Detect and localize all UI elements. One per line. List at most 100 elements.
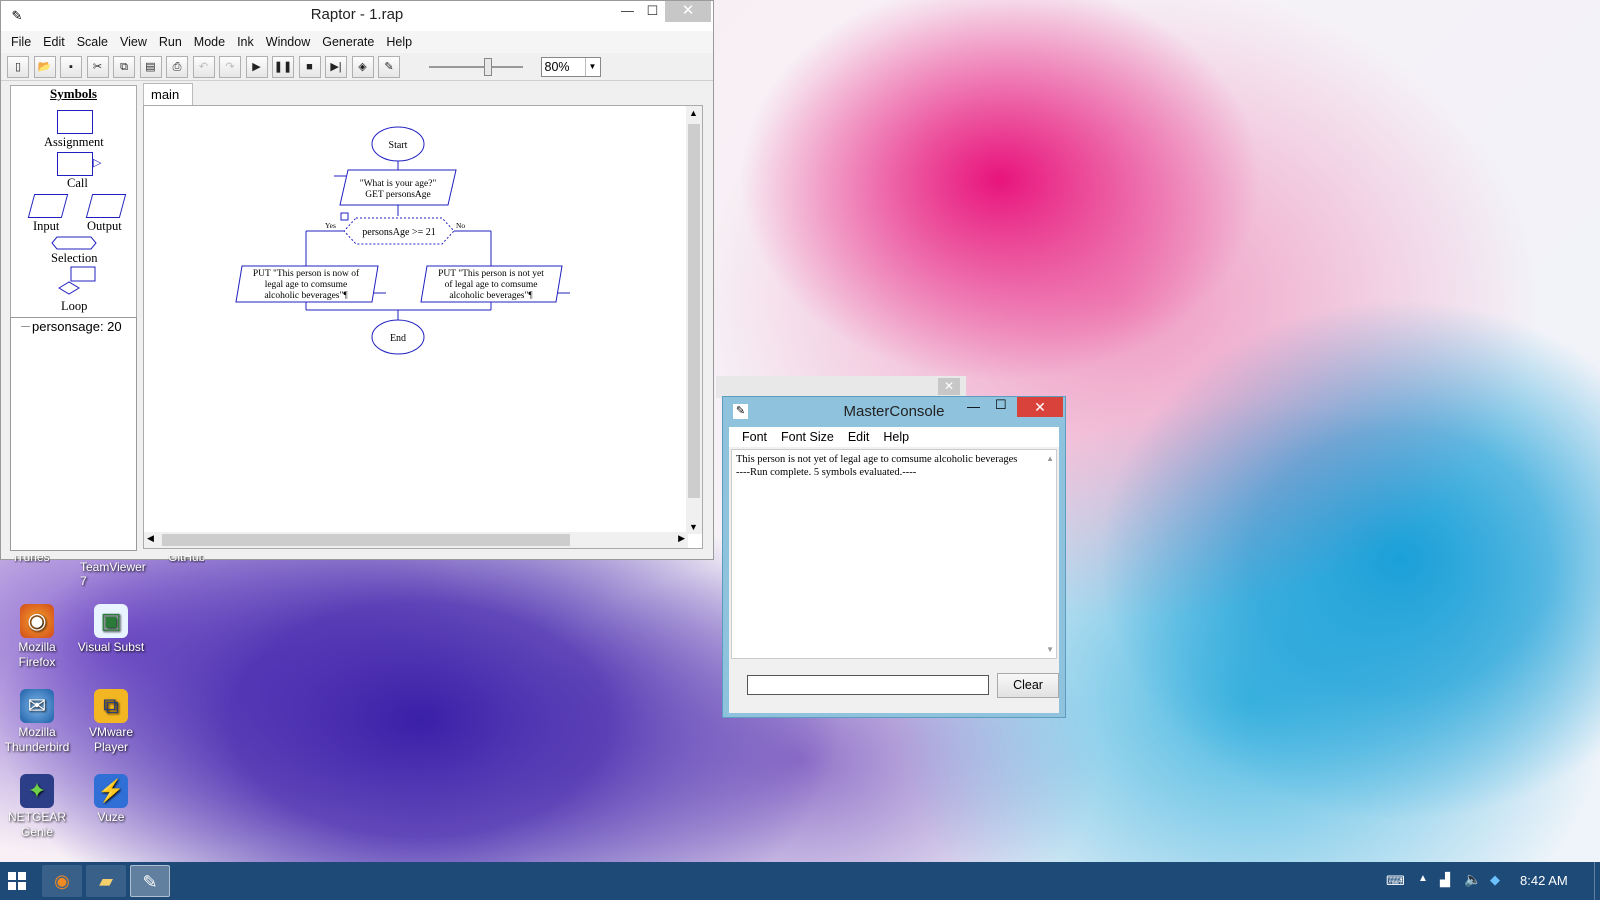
- pause-icon[interactable]: ❚❚: [272, 55, 294, 78]
- menu-ink[interactable]: Ink: [231, 35, 260, 49]
- console-menu-edit[interactable]: Edit: [841, 430, 877, 444]
- menu-view[interactable]: View: [114, 35, 153, 49]
- undo-icon[interactable]: ↶: [192, 55, 215, 78]
- selection-symbol-icon[interactable]: [51, 236, 97, 250]
- save-icon[interactable]: ▪: [60, 55, 82, 78]
- horizontal-scroll-thumb[interactable]: [162, 534, 570, 546]
- print-icon[interactable]: ⎙: [166, 55, 188, 78]
- input-get-text: GET personsAge: [365, 190, 431, 200]
- speed-slider-thumb[interactable]: [483, 57, 492, 76]
- redo-icon[interactable]: ↷: [219, 55, 241, 78]
- console-menubar: Font Font Size Edit Help: [729, 427, 1059, 447]
- console-input-field[interactable]: [747, 675, 989, 695]
- assignment-symbol-icon[interactable]: [57, 110, 93, 134]
- desktop-icon-vuze[interactable]: ⚡ Vuze: [74, 774, 148, 825]
- close-button[interactable]: ✕: [665, 1, 711, 22]
- speed-slider[interactable]: [425, 56, 527, 78]
- paste-icon[interactable]: ▤: [139, 55, 162, 78]
- vertical-scroll-thumb[interactable]: [688, 124, 700, 498]
- menu-file[interactable]: File: [5, 35, 37, 49]
- output-symbol-icon[interactable]: [85, 194, 127, 218]
- output-right-line-2: of legal age to comsume: [445, 279, 538, 290]
- cut-icon[interactable]: ✂: [86, 55, 109, 78]
- output-left-line-1: PUT "This person is now of: [253, 268, 360, 279]
- clear-button[interactable]: Clear: [997, 673, 1059, 698]
- loop-symbol-icon[interactable]: [55, 266, 97, 298]
- call-label: Call: [67, 176, 88, 190]
- console-menu-font-size[interactable]: Font Size: [774, 430, 841, 444]
- start-button[interactable]: [0, 865, 34, 897]
- console-menu-help[interactable]: Help: [876, 430, 916, 444]
- chevron-down-icon[interactable]: ▼: [584, 57, 600, 76]
- vertical-scrollbar[interactable]: ▲ ▼: [686, 106, 702, 534]
- menu-edit[interactable]: Edit: [37, 35, 71, 49]
- minimize-button[interactable]: —: [614, 1, 641, 22]
- input-symbol-icon[interactable]: [27, 194, 69, 218]
- tab-main[interactable]: main: [143, 83, 193, 105]
- menu-scale[interactable]: Scale: [71, 35, 114, 49]
- pen-icon[interactable]: ✎: [378, 55, 400, 78]
- taskbar-raptor-button[interactable]: ✎: [130, 865, 170, 897]
- show-hidden-icons-icon[interactable]: ▲: [1418, 873, 1428, 884]
- menu-mode[interactable]: Mode: [188, 35, 231, 49]
- console-scroll-down-icon[interactable]: ▼: [1046, 643, 1054, 656]
- output-right-line-3: alcoholic beverages"¶: [449, 291, 533, 301]
- dropbox-icon[interactable]: ◆: [1490, 872, 1500, 888]
- volume-icon[interactable]: 🔈: [1464, 871, 1481, 888]
- taskbar-firefox-button[interactable]: ◉: [42, 865, 82, 897]
- collapse-icon[interactable]: [340, 212, 349, 221]
- horizontal-scrollbar[interactable]: ◀ ▶: [144, 532, 688, 548]
- yes-label: Yes: [325, 221, 336, 230]
- network-icon[interactable]: ▟: [1440, 872, 1450, 888]
- taskbar: ◉ ▰ ✎ ⌨ ▲ ▟ 🔈 ◆ 8:42 AM: [0, 862, 1600, 900]
- desktop-icon-visual-subst[interactable]: ▣ Visual Subst: [74, 604, 148, 655]
- start-text: Start: [389, 140, 408, 151]
- console-close-button[interactable]: ✕: [1017, 397, 1063, 417]
- desktop-icon-vmware[interactable]: ⧉ VMware Player: [74, 689, 148, 755]
- zoom-select[interactable]: 80% ▼: [540, 56, 601, 77]
- run-icon[interactable]: ▶: [245, 55, 268, 78]
- raptor-window-title: Raptor - 1.rap: [310, 6, 404, 23]
- copy-icon[interactable]: ⧉: [113, 55, 135, 78]
- windows-logo-icon: [8, 872, 26, 890]
- test-server-icon[interactable]: ◈: [351, 55, 374, 78]
- console-scroll-up-icon[interactable]: ▲: [1046, 452, 1054, 465]
- scroll-up-icon[interactable]: ▲: [689, 108, 698, 118]
- call-symbol-icon[interactable]: [57, 152, 93, 176]
- menu-run[interactable]: Run: [153, 35, 188, 49]
- keyboard-icon[interactable]: ⌨: [1386, 873, 1405, 889]
- menu-generate[interactable]: Generate: [316, 35, 380, 49]
- input-label: Input: [33, 219, 60, 233]
- console-output[interactable]: This person is not yet of legal age to c…: [731, 449, 1057, 659]
- output-label: Output: [87, 219, 122, 233]
- stop-icon[interactable]: ■: [298, 55, 321, 78]
- scroll-right-icon[interactable]: ▶: [678, 533, 685, 544]
- watch-variable[interactable]: personsage: 20: [32, 319, 122, 334]
- desktop-icon-thunderbird[interactable]: ✉ Mozilla Thunderbird: [0, 689, 74, 755]
- console-minimize-button[interactable]: —: [967, 399, 980, 414]
- master-console-titlebar[interactable]: ✎ MasterConsole — ☐ ✕: [723, 397, 1065, 427]
- console-menu-font[interactable]: Font: [735, 430, 774, 444]
- raptor-titlebar[interactable]: ✎ Raptor - 1.rap — ☐ ✕: [1, 1, 713, 31]
- maximize-button[interactable]: ☐: [639, 1, 666, 22]
- background-close-button[interactable]: ✕: [938, 378, 960, 395]
- netgear-icon: ✦: [20, 774, 54, 808]
- raptor-toolbar: ▯ 📂 ▪ ✂ ⧉ ▤ ⎙ ↶ ↷ ▶ ❚❚ ■ ▶| ◈ ✎ 80% ▼: [1, 53, 713, 81]
- firefox-icon: ◉: [20, 604, 54, 638]
- scroll-down-icon[interactable]: ▼: [689, 522, 698, 532]
- step-icon[interactable]: ▶|: [325, 55, 347, 78]
- loop-label: Loop: [61, 299, 88, 313]
- new-file-icon[interactable]: ▯: [7, 55, 29, 78]
- clock[interactable]: 8:42 AM: [1520, 873, 1568, 888]
- flowchart-canvas[interactable]: Start "What is your age?" GET personsAge…: [143, 105, 703, 549]
- desktop-icon-netgear[interactable]: ✦ NETGEAR Genie: [0, 774, 74, 840]
- scroll-left-icon[interactable]: ◀: [147, 533, 154, 544]
- console-maximize-button[interactable]: ☐: [995, 397, 1007, 413]
- open-folder-icon[interactable]: 📂: [33, 55, 56, 78]
- taskbar-explorer-button[interactable]: ▰: [86, 865, 126, 897]
- desktop-icon-firefox[interactable]: ◉ Mozilla Firefox: [0, 604, 74, 670]
- menu-window[interactable]: Window: [260, 35, 316, 49]
- menu-help[interactable]: Help: [380, 35, 418, 49]
- netgear-label: NETGEAR Genie: [7, 810, 66, 839]
- show-desktop-button[interactable]: [1594, 862, 1600, 900]
